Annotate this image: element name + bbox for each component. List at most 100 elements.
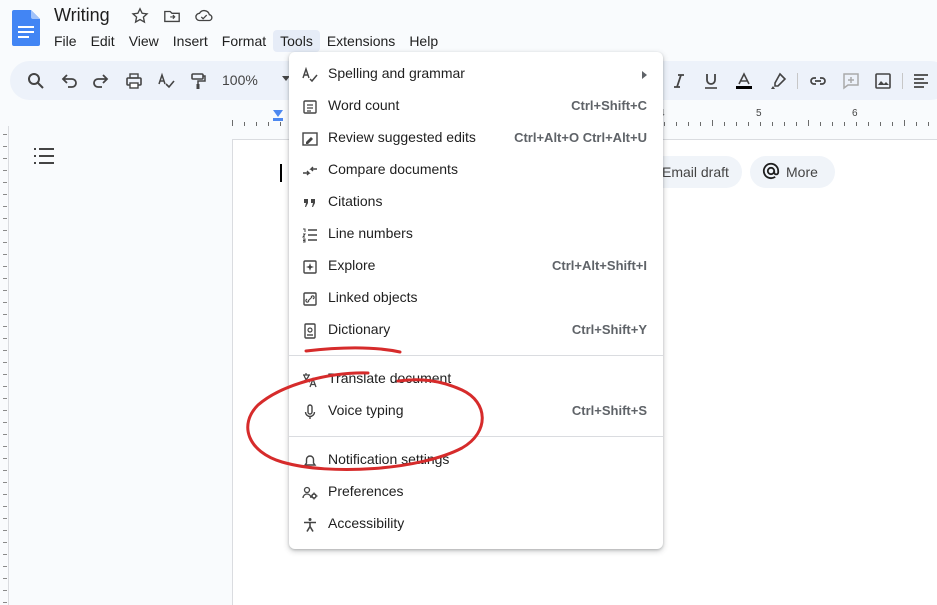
add-comment-icon[interactable] [840,70,862,92]
menu-item-word-count[interactable]: Word count Ctrl+Shift+C [289,90,663,122]
first-line-indent-marker[interactable] [273,118,283,121]
menu-item-translate-document[interactable]: Translate document [289,363,663,395]
docs-logo-icon[interactable] [12,10,40,46]
menu-item-voice-typing[interactable]: Voice typing Ctrl+Shift+S [289,395,663,427]
ruler-tick [3,398,7,399]
search-icon[interactable] [25,70,47,92]
menu-item-accessibility[interactable]: Accessibility [289,508,663,540]
at-sign-icon [762,162,780,183]
menu-extensions[interactable]: Extensions [320,30,402,52]
more-label: More [786,164,818,180]
ruler-tick [796,122,797,126]
paint-format-icon[interactable] [187,70,209,92]
ruler-tick [3,338,7,339]
indent-marker[interactable] [273,110,283,117]
menu-item-label: Accessibility [328,515,405,531]
ruler-tick [3,206,7,207]
ruler-tick [808,120,809,126]
highlight-color-icon[interactable] [767,70,789,92]
menu-item-label: Notification settings [328,451,450,467]
ruler-tick [3,458,7,459]
toolbar-divider [902,73,903,89]
menu-item-citations[interactable]: Citations [289,186,663,218]
ruler-tick [3,374,7,375]
italic-icon[interactable] [668,70,690,92]
menu-item-explore[interactable]: Explore Ctrl+Alt+Shift+I [289,250,663,282]
line-numbers-icon [301,226,319,244]
email-draft-label: Email draft [662,164,729,180]
menu-item-label: Linked objects [328,289,418,305]
menu-item-shortcut: Ctrl+Shift+S [571,403,647,418]
menu-item-label: Translate document [328,370,452,386]
print-icon[interactable] [123,70,145,92]
vertical-ruler[interactable] [0,126,9,605]
align-left-icon[interactable] [910,70,932,92]
spellcheck-icon [301,66,319,84]
ruler-tick [3,410,7,411]
document-title[interactable]: Writing [54,5,110,26]
menu-item-label: Citations [328,193,383,209]
ruler-tick [904,120,905,126]
menu-item-dictionary[interactable]: Dictionary Ctrl+Shift+Y [289,314,663,346]
translate-icon [301,371,319,389]
ruler-tick [3,542,7,543]
ruler-tick [3,182,7,183]
menu-file[interactable]: File [47,30,84,52]
menu-item-label: Line numbers [328,225,413,241]
ruler-tick [3,554,7,555]
ruler-tick [3,146,7,147]
redo-icon[interactable] [90,70,112,92]
menu-item-preferences[interactable]: Preferences [289,476,663,508]
menu-item-label: Compare documents [328,161,458,177]
submenu-arrow-icon [642,71,647,79]
ruler-tick [3,326,7,327]
menu-format[interactable]: Format [215,30,273,52]
ruler-tick [3,590,7,591]
ruler-tick [3,386,7,387]
insert-image-icon[interactable] [872,70,894,92]
more-chip[interactable]: More [750,156,835,188]
insert-link-icon[interactable] [807,70,829,92]
move-folder-icon[interactable] [162,6,182,26]
ruler-tick [3,194,7,195]
menu-edit[interactable]: Edit [84,30,122,52]
ruler-tick [832,122,833,126]
ruler-tick [232,120,233,126]
menu-item-notification-settings[interactable]: Notification settings [289,444,663,476]
ruler-tick [3,158,7,159]
quote-icon [301,194,319,212]
menu-item-line-numbers[interactable]: Line numbers [289,218,663,250]
document-outline-icon[interactable] [33,147,55,170]
menu-bar: File Edit View Insert Format Tools Exten… [47,30,445,52]
menu-divider [289,355,663,356]
ruler-tick [748,122,749,126]
menu-view[interactable]: View [122,30,166,52]
menu-item-linked-objects[interactable]: Linked objects [289,282,663,314]
menu-item-spelling-and-grammar[interactable]: Spelling and grammar [289,58,663,90]
ruler-tick [736,122,737,126]
ruler-tick [3,266,7,267]
undo-icon[interactable] [58,70,80,92]
ruler-tick [928,122,929,126]
menu-help[interactable]: Help [402,30,445,52]
menu-item-review-suggested-edits[interactable]: Review suggested edits Ctrl+Alt+O Ctrl+A… [289,122,663,154]
spellcheck-toolbar-icon[interactable] [155,70,177,92]
menu-item-label: Voice typing [328,402,404,418]
underline-icon[interactable] [700,70,722,92]
ruler-tick [3,290,7,291]
ruler-tick [3,278,7,279]
star-icon[interactable] [130,6,150,26]
zoom-select[interactable]: 100% [222,72,258,88]
ruler-tick [916,122,917,126]
menu-item-compare-documents[interactable]: Compare documents [289,154,663,186]
ruler-tick [844,122,845,126]
menu-insert[interactable]: Insert [166,30,215,52]
menu-tools[interactable]: Tools [273,30,320,52]
ruler-tick [760,122,761,126]
menu-item-label: Word count [328,97,400,113]
ruler-tick [3,566,7,567]
text-color-icon[interactable] [733,70,755,92]
ruler-tick [3,218,7,219]
accessibility-icon [301,516,319,534]
cloud-saved-icon[interactable] [194,6,214,26]
